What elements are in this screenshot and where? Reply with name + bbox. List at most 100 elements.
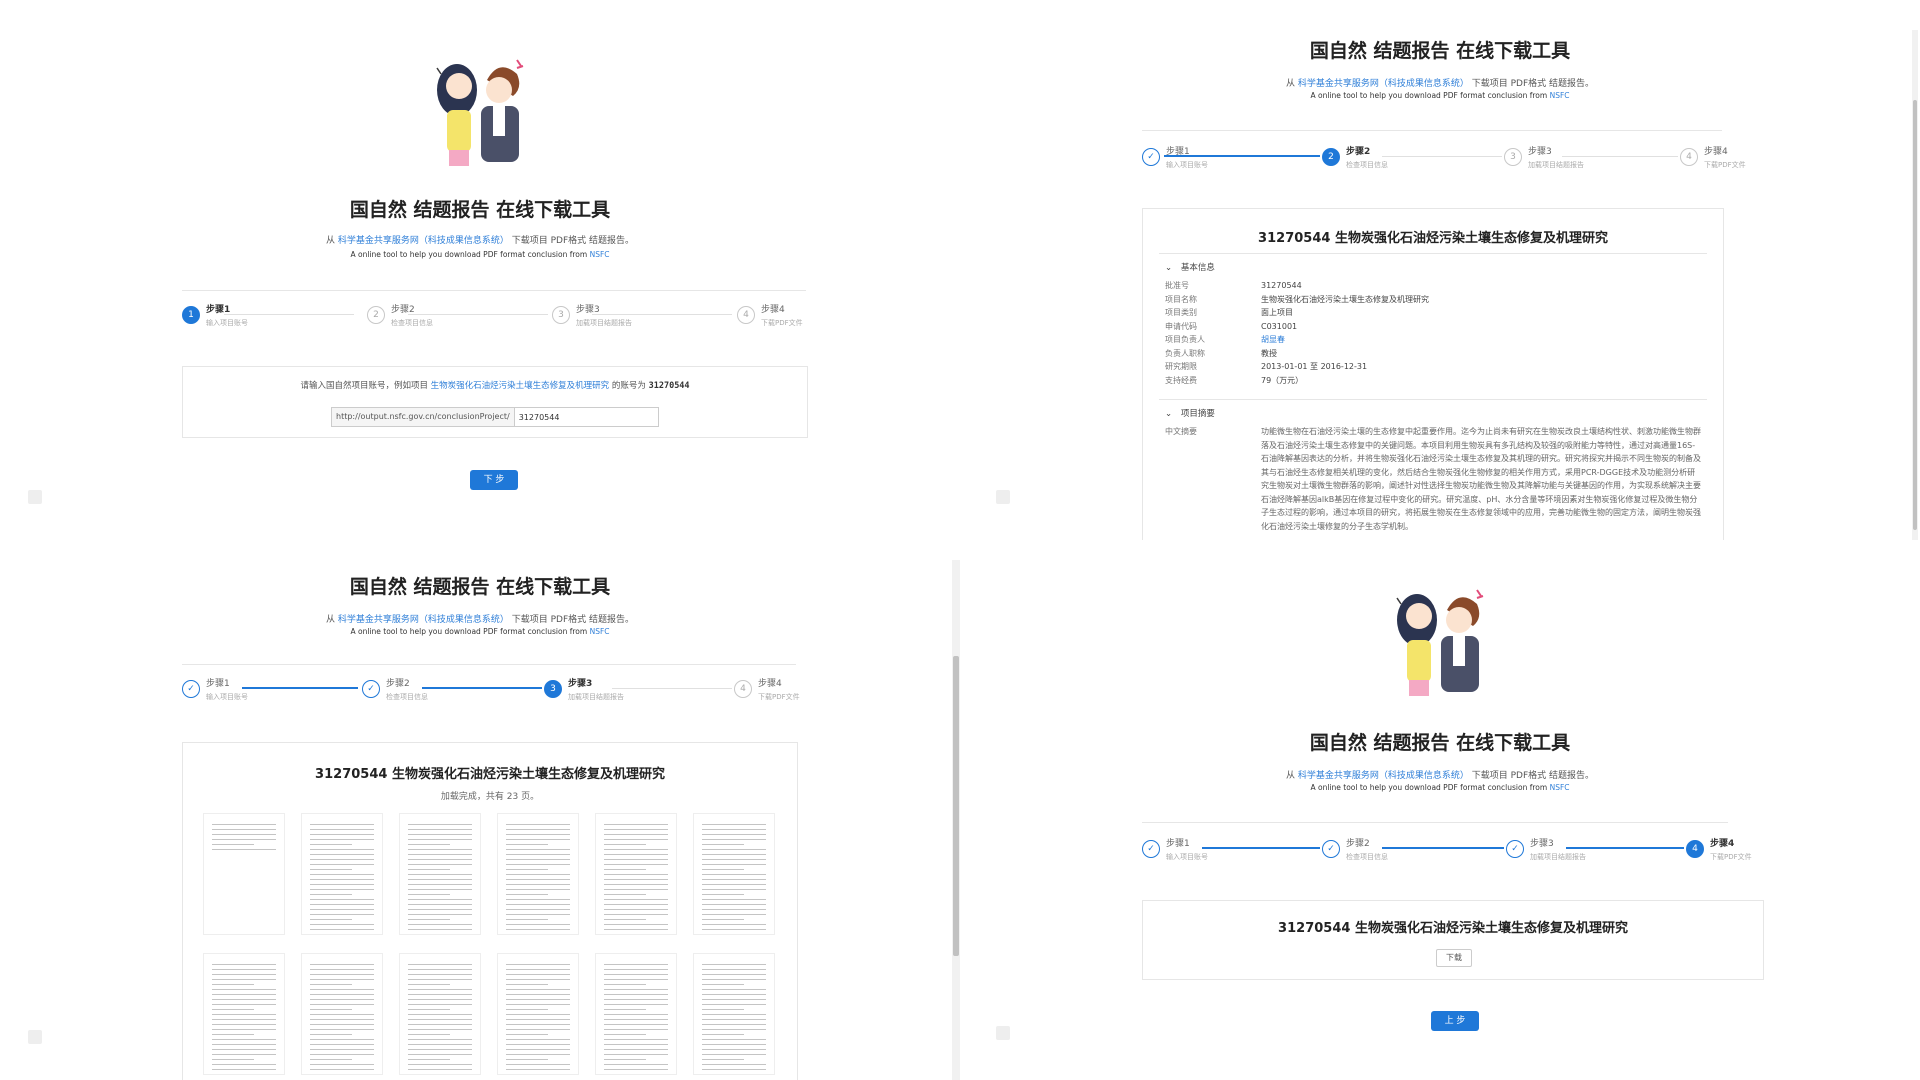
nsfc-link[interactable]: NSFC (1550, 783, 1570, 792)
step-4-label: 步骤4 (1710, 839, 1735, 849)
pdf-page-thumbnail[interactable] (203, 813, 285, 935)
step-3-desc: 加载项目结题报告 (1530, 852, 1586, 861)
thumbnail-text-line (212, 1064, 276, 1065)
thumbnail-text-line (310, 969, 374, 970)
step-1-dot: 1 (182, 306, 200, 324)
abstract-text: 功能微生物在石油烃污染土壤的生态修复中起重要作用。迄今为止尚未有研究在生物炭改良… (1261, 427, 1701, 531)
thumbnail-text-line (212, 1044, 276, 1045)
basic-info-section[interactable]: ⌄ 基本信息 (1165, 261, 1215, 273)
nsfc-link[interactable]: NSFC (1550, 91, 1570, 100)
thumbnail-text-line (212, 1024, 276, 1025)
thumbnail-text-line (604, 974, 668, 975)
nsfc-link[interactable]: NSFC (590, 627, 610, 636)
input-card: 请输入国自然项目账号，例如项目 生物炭强化石油烃污染土壤生态修复及机理研究 的账… (182, 366, 808, 438)
step-2-label: 步骤2 (391, 305, 415, 315)
thumbnail-text-line (212, 849, 276, 850)
load-status: 加载完成，共有 23 页。 (440, 792, 540, 802)
thumbnail-text-line (310, 859, 374, 860)
thumbnail-text-line (506, 879, 570, 880)
abstract-key: 中文摘要 (1165, 425, 1261, 439)
english-subtitle: A online tool to help you download PDF f… (1311, 783, 1570, 792)
divider (1159, 253, 1707, 254)
info-key: 支持经费 (1165, 375, 1197, 385)
step-1: 1 步骤1 输入项目账号 (182, 305, 248, 328)
thumbnail-text-line (702, 1049, 766, 1050)
thumbnail-text-line (310, 1039, 374, 1040)
thumbnail-text-line (604, 1064, 668, 1065)
step-1-label: 步骤1 (1166, 147, 1190, 157)
scrollbar-thumb[interactable] (953, 656, 959, 956)
step-1: ✓ 步骤1 输入项目账号 (182, 679, 248, 702)
step-4: 4 步骤4 下载PDF文件 (1686, 839, 1752, 862)
pdf-page-thumbnail[interactable] (399, 953, 481, 1075)
pdf-page-thumbnail[interactable] (301, 813, 383, 935)
thumbnail-text-line (506, 849, 570, 850)
thumbnail-text-line (310, 894, 352, 895)
info-value: 31270544 (1261, 281, 1302, 290)
thumbnail-text-line (702, 994, 766, 995)
subtitle-prefix: 从 (1285, 79, 1295, 89)
english-subtitle: A online tool to help you download PDF f… (351, 250, 610, 259)
nsfc-site-link[interactable]: 科学基金共享服务网（科技成果信息系统） (338, 236, 509, 246)
nsfc-site-link[interactable]: 科学基金共享服务网（科技成果信息系统） (1298, 79, 1469, 89)
thumbnail-text-line (702, 859, 766, 860)
thumbnail-text-line (212, 1059, 254, 1060)
download-button[interactable]: 下载 (1436, 949, 1472, 967)
thumbnail-text-line (506, 899, 570, 900)
thumbnail-text-line (408, 844, 450, 845)
thumbnail-text-line (604, 899, 668, 900)
pdf-page-thumbnail[interactable] (693, 953, 775, 1075)
example-project-link[interactable]: 生物炭强化石油烃污染土壤生态修复及机理研究 (431, 381, 610, 391)
thumbnail-text-line (604, 894, 646, 895)
next-button[interactable]: 下 步 (470, 470, 518, 490)
thumbnail-text-line (408, 859, 472, 860)
info-value: 教授 (1261, 348, 1277, 358)
thumbnail-text-line (310, 1014, 374, 1015)
thumbnail-text-line (702, 924, 766, 925)
pdf-page-thumbnail[interactable] (497, 953, 579, 1075)
thumbnail-text-line (310, 1009, 352, 1010)
thumbnail-text-line (212, 1054, 276, 1055)
project-id-input[interactable] (514, 407, 659, 427)
pdf-page-thumbnail[interactable] (693, 813, 775, 935)
thumbnail-text-line (506, 914, 570, 915)
check-icon: ✓ (1142, 840, 1160, 858)
thumbnail-text-line (604, 824, 668, 825)
thumbnail-text-line (604, 879, 668, 880)
subtitle-prefix: 从 (325, 615, 335, 625)
thumbnail-text-line (702, 899, 766, 900)
thumbnail-text-line (310, 844, 352, 845)
nsfc-site-link[interactable]: 科学基金共享服务网（科技成果信息系统） (338, 615, 509, 625)
pdf-page-thumbnail[interactable] (497, 813, 579, 935)
thumbnail-text-line (408, 914, 472, 915)
thumbnail-text-line (702, 844, 744, 845)
thumbnail-text-line (310, 834, 374, 835)
pdf-page-thumbnail[interactable] (595, 953, 677, 1075)
prev-button[interactable]: 上 步 (1431, 1011, 1479, 1031)
step-4-dot: 4 (1686, 840, 1704, 858)
pdf-page-thumbnail[interactable] (595, 813, 677, 935)
check-icon: ✓ (182, 680, 200, 698)
panel-step1: 国自然 结题报告 在线下载工具 从 科学基金共享服务网（科技成果信息系统） 下载… (0, 0, 960, 540)
scrollbar-thumb[interactable] (1913, 100, 1917, 530)
nsfc-link[interactable]: NSFC (590, 250, 610, 259)
step-4-desc: 下载PDF文件 (761, 318, 803, 327)
thumbnail-text-line (506, 969, 570, 970)
thumbnail-text-line (702, 1014, 766, 1015)
thumbnail-text-line (310, 1054, 374, 1055)
info-value[interactable]: 胡显春 (1261, 333, 1285, 347)
pdf-page-thumbnail[interactable] (301, 953, 383, 1075)
pdf-page-thumbnail[interactable] (399, 813, 481, 935)
pdf-page-thumbnail[interactable] (203, 953, 285, 1075)
thumbnail-text-line (408, 929, 472, 930)
thumbnail-text-line (604, 1044, 668, 1045)
page-subtitle: 从 科学基金共享服务网（科技成果信息系统） 下载项目 PDF格式 结题报告。 (1286, 768, 1594, 781)
abstract-section[interactable]: ⌄ 项目摘要 (1165, 407, 1215, 419)
nsfc-site-link[interactable]: 科学基金共享服务网（科技成果信息系统） (1298, 771, 1469, 781)
thumbnail-text-line (212, 1069, 276, 1070)
step-4-label: 步骤4 (761, 305, 785, 315)
step-4-label: 步骤4 (1704, 147, 1728, 157)
thumbnail-text-line (212, 1009, 254, 1010)
thumbnail-text-line (604, 834, 668, 835)
info-row: 项目负责人 胡显春 (1165, 333, 1429, 347)
